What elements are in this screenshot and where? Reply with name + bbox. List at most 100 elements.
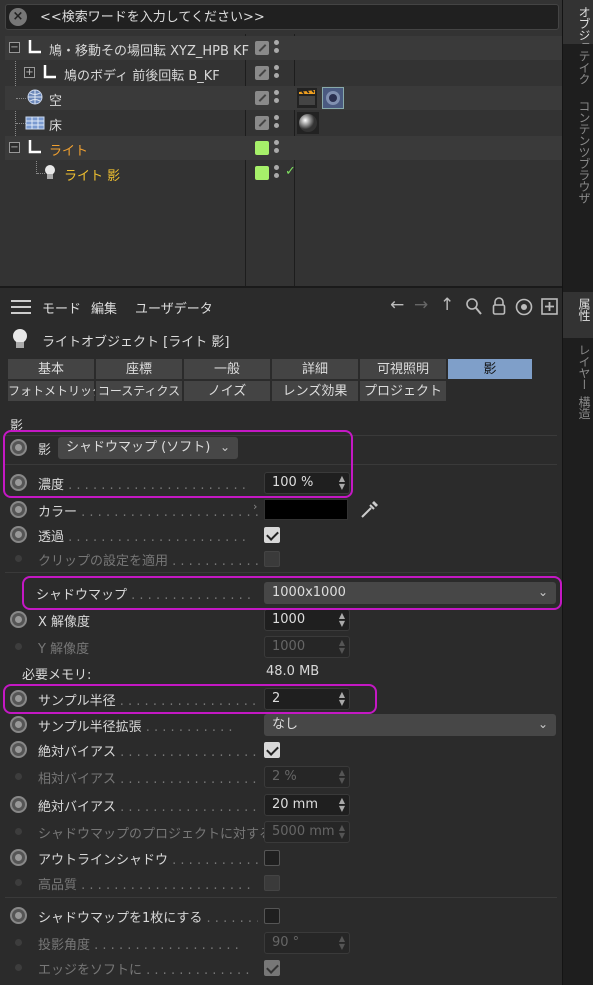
spinner-icon[interactable]: ▲ ▼ <box>339 935 345 951</box>
yres-field[interactable]: 1000 ▲ ▼ <box>264 636 350 658</box>
search-input[interactable] <box>40 7 540 27</box>
object-row[interactable]: 床 <box>5 111 562 135</box>
up-arrow-icon[interactable]: ↑ <box>440 295 454 315</box>
animate-radio[interactable] <box>10 716 27 733</box>
proj-size-field[interactable]: 5000 mm ▲ ▼ <box>264 821 350 843</box>
animate-radio[interactable] <box>10 526 27 543</box>
spinner-icon[interactable]: ▲ ▼ <box>339 769 345 785</box>
tab-noise[interactable]: ノイズ <box>183 380 271 402</box>
object-row[interactable]: 空 <box>5 86 562 110</box>
null-object-icon <box>27 39 43 55</box>
spinner-icon[interactable]: ▲ ▼ <box>339 797 345 813</box>
clip-checkbox[interactable] <box>264 551 280 567</box>
hq-checkbox[interactable] <box>264 875 280 891</box>
editor-render-dots[interactable] <box>274 90 280 108</box>
light-bulb-icon <box>10 328 32 350</box>
transparency-checkbox[interactable] <box>264 527 280 543</box>
side-tab-layer[interactable]: レイヤー <box>563 338 593 390</box>
new-panel-icon[interactable] <box>541 298 558 320</box>
enabled-check-icon[interactable]: ✓ <box>285 164 296 179</box>
animate-radio[interactable] <box>10 501 27 518</box>
outline-checkbox[interactable] <box>264 850 280 866</box>
editor-render-dots[interactable] <box>274 115 280 133</box>
clear-search-icon[interactable]: × <box>9 8 27 26</box>
tab-shadow[interactable]: 影 <box>447 358 533 380</box>
side-tab-structure[interactable]: 構造 <box>563 390 593 430</box>
visibility-toggle[interactable] <box>255 116 269 130</box>
clapper-tag-icon[interactable] <box>297 88 317 108</box>
collapse-toggle-icon[interactable]: − <box>9 142 20 153</box>
visibility-toggle[interactable] <box>255 141 269 155</box>
tab-visibility[interactable]: 可視照明 <box>359 358 447 380</box>
target-icon[interactable] <box>515 298 533 321</box>
object-row[interactable]: ライト 影 ✓ <box>5 161 562 185</box>
color-swatch[interactable] <box>264 499 348 520</box>
menu-edit[interactable]: 編集 <box>91 298 117 317</box>
expand-arrow-icon[interactable]: › <box>253 500 257 513</box>
editor-render-dots[interactable] <box>274 140 280 158</box>
tab-lens-effect[interactable]: レンズ効果 <box>271 380 359 402</box>
forward-arrow-icon[interactable]: → <box>414 295 428 315</box>
object-row[interactable]: − 鳩・移動その場回転 XYZ_HPB KF <box>5 36 562 60</box>
eyedropper-icon[interactable] <box>358 499 380 521</box>
material-tag-icon[interactable] <box>322 87 344 109</box>
spinner-icon[interactable]: ▲ ▼ <box>339 639 345 655</box>
prop-label: X 解像度 <box>38 615 91 630</box>
animate-radio[interactable] <box>10 741 27 758</box>
soft-edge-checkbox[interactable] <box>264 960 280 976</box>
highlight-annotation <box>3 684 377 714</box>
editor-render-dots[interactable] <box>274 40 280 58</box>
editor-render-dots[interactable] <box>274 65 280 83</box>
visibility-toggle[interactable] <box>255 66 269 80</box>
tab-photometric[interactable]: フォトメトリック <box>7 380 104 402</box>
lock-icon[interactable] <box>492 297 506 320</box>
animate-radio[interactable] <box>10 796 27 813</box>
tab-general[interactable]: 一般 <box>183 358 271 380</box>
prop-label: 高品質 . . . . . . . . . . . . . . . . . . … <box>38 878 251 893</box>
animate-dot <box>15 643 22 650</box>
tab-coord[interactable]: 座標 <box>95 358 183 380</box>
animate-dot <box>15 773 22 780</box>
back-arrow-icon[interactable]: ← <box>390 295 404 315</box>
side-tab-content-browser[interactable]: コンテンツブラウザ <box>563 94 593 234</box>
spinner-icon[interactable]: ▲ ▼ <box>339 612 345 628</box>
object-row[interactable]: + 鳩のボディ 前後回転 B_KF <box>5 61 562 85</box>
expand-toggle-icon[interactable]: + <box>24 67 35 78</box>
prop-yres: Y 解像度 1000 ▲ ▼ <box>8 635 558 659</box>
collapse-toggle-icon[interactable]: − <box>9 42 20 53</box>
menu-mode[interactable]: モード <box>42 298 81 317</box>
prop-label: 絶対バイアス . . . . . . . . . . . . . . . . .… <box>38 800 258 815</box>
prop-label: 必要メモリ: <box>22 668 92 683</box>
object-name: 鳩・移動その場回転 XYZ_HPB KF <box>49 44 250 59</box>
sample-radius-ext-dropdown[interactable]: なし ⌄ <box>264 714 556 736</box>
tab-details[interactable]: 詳細 <box>271 358 359 380</box>
material-tag-icon[interactable] <box>297 112 319 134</box>
abs-bias-field[interactable]: 20 mm ▲ ▼ <box>264 794 350 816</box>
menu-userdata[interactable]: ユーザデータ <box>135 298 213 317</box>
tab-basic[interactable]: 基本 <box>7 358 95 380</box>
tab-caustics[interactable]: コースティクス <box>95 380 183 402</box>
side-tab-attributes[interactable]: 属性 <box>563 292 593 338</box>
cinema4d-panels: { "search": {"placeholder": "<<検索ワードを入力し… <box>0 0 593 985</box>
visibility-toggle[interactable] <box>255 166 269 180</box>
animate-radio[interactable] <box>10 611 27 628</box>
animate-radio[interactable] <box>10 849 27 866</box>
object-row[interactable]: − ライト <box>5 136 562 160</box>
xres-field[interactable]: 1000 ▲ ▼ <box>264 609 350 631</box>
abs-bias-checkbox[interactable] <box>264 742 280 758</box>
side-tab-take[interactable]: テイク <box>563 44 593 94</box>
rel-bias-field[interactable]: 2 % ▲ ▼ <box>264 766 350 788</box>
side-tab-objects[interactable]: オブジェクト <box>563 0 593 44</box>
animate-radio[interactable] <box>10 907 27 924</box>
hamburger-menu-icon[interactable] <box>11 300 31 314</box>
prop-label: シャドウマップのプロジェクトに対する大きさ <box>38 827 264 842</box>
single-map-checkbox[interactable] <box>264 908 280 924</box>
visibility-toggle[interactable] <box>255 91 269 105</box>
prop-hq: 高品質 . . . . . . . . . . . . . . . . . . … <box>8 871 558 895</box>
spinner-icon[interactable]: ▲ ▼ <box>339 824 345 840</box>
editor-render-dots[interactable] <box>274 165 280 183</box>
proj-angle-field[interactable]: 90 ° ▲ ▼ <box>264 932 350 954</box>
search-icon[interactable] <box>466 298 482 321</box>
visibility-toggle[interactable] <box>255 41 269 55</box>
tab-project[interactable]: プロジェクト <box>359 380 447 402</box>
